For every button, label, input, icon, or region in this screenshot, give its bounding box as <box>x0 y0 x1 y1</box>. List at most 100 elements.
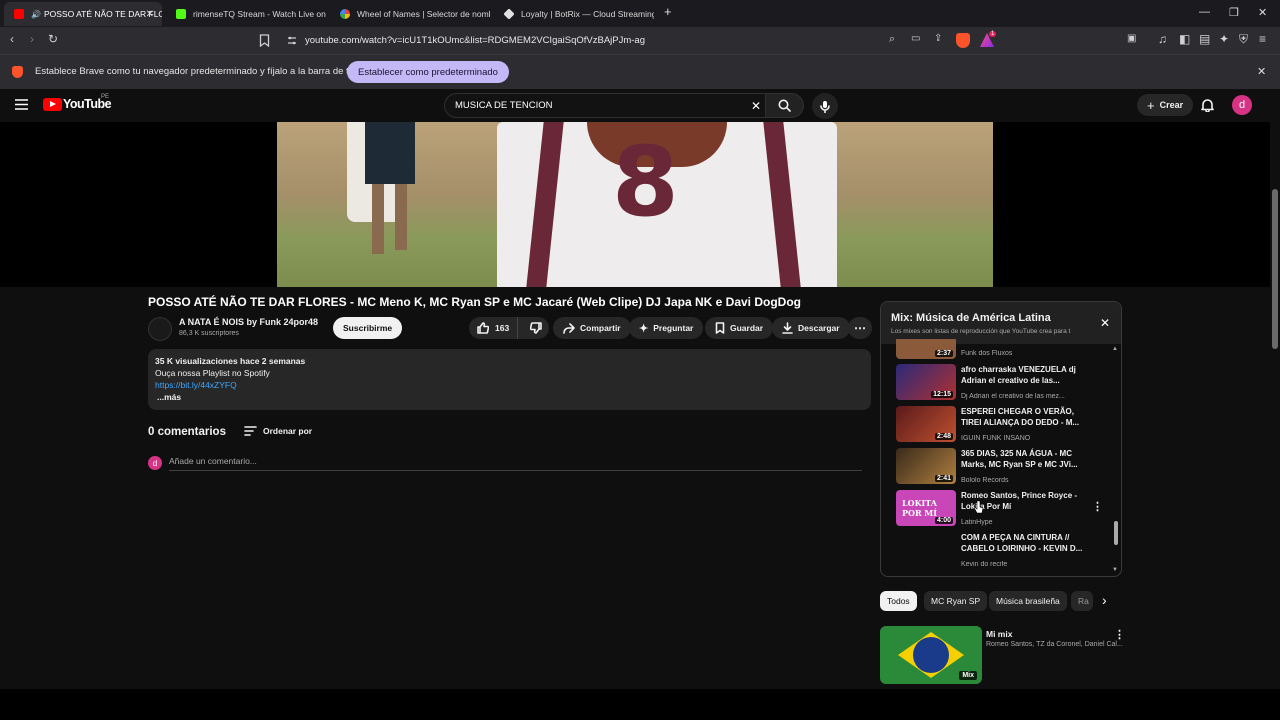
menu-icon[interactable]: ≡ <box>1259 32 1266 46</box>
voice-search-button[interactable] <box>812 93 838 119</box>
more-actions-icon[interactable]: ⋯ <box>848 317 872 339</box>
create-button[interactable]: + Crear <box>1137 94 1194 116</box>
comment-avatar: d <box>148 456 162 470</box>
bookmark-icon[interactable] <box>259 34 270 47</box>
like-dislike-group: 163 <box>469 317 549 339</box>
tab-wheel-of-names[interactable]: Wheel of Names | Selector de nombr <box>330 2 490 26</box>
ask-button[interactable]: ✦ Preguntar <box>629 317 704 339</box>
show-more-link[interactable]: ...más <box>155 391 864 403</box>
cast-icon[interactable]: ▭ <box>911 33 920 44</box>
wallet-icon[interactable]: ▤ <box>1199 32 1210 46</box>
playlist-item[interactable]: LOKITA POR MÍ 4:00 Romeo Santos, Prince … <box>896 490 1116 528</box>
playlist-item[interactable]: COM A PEÇA NA CINTURA // CABELO LOIRINHO… <box>896 532 1116 570</box>
playlist-item[interactable]: 12:15 afro charraska VENEZUELA dj Adrian… <box>896 364 1116 402</box>
media-icon[interactable]: ♫ <box>1158 32 1167 46</box>
minimize-icon[interactable]: — <box>1199 6 1210 18</box>
download-icon <box>782 322 793 334</box>
save-button[interactable]: Guardar <box>705 317 774 339</box>
brave-shield-icon[interactable] <box>956 33 970 48</box>
comment-count: 0 comentarios <box>148 426 226 438</box>
person-left-shorts <box>365 122 415 184</box>
search-button[interactable] <box>766 93 804 118</box>
youtube-logo-icon[interactable] <box>43 98 62 111</box>
url-text: youtube.com/watch?v=icU1T1kOUmc&list=RDG… <box>305 35 646 46</box>
description-line: Ouça nossa Playlist no Spotify <box>155 368 270 378</box>
playlist-item-channel: IGUIN FUNK INSANO <box>961 435 1031 442</box>
playlist-item[interactable]: 2:48 ESPEREI CHEGAR O VERÃO, TIREI ALIAN… <box>896 406 1116 444</box>
clear-search-icon[interactable]: ✕ <box>751 99 761 113</box>
tab-close-icon[interactable]: ✕ <box>146 9 154 20</box>
set-default-button[interactable]: Establecer como predeterminado <box>347 61 509 83</box>
forward-icon[interactable]: › <box>30 32 34 46</box>
page-scrollbar[interactable] <box>1270 89 1280 689</box>
botrix-favicon-icon <box>503 8 515 20</box>
region-code: PE <box>101 94 110 100</box>
thumbs-down-icon <box>529 322 542 334</box>
playlist-item[interactable]: 2:41 365 DIAS, 325 NA ÁGUA - MC Marks, M… <box>896 448 1116 486</box>
duration-badge: 2:37 <box>934 350 953 357</box>
window-close-icon[interactable]: ✕ <box>1258 6 1267 19</box>
tab-search-icon[interactable]: ▣ <box>1127 33 1136 44</box>
mix-thumbnail[interactable]: Mix <box>880 626 982 684</box>
duration-badge: 2:48 <box>934 433 953 440</box>
playlist-scrollbar-thumb[interactable] <box>1114 521 1118 545</box>
leo-ai-icon[interactable]: ✦ <box>1219 32 1229 46</box>
chip-todos[interactable]: Todos <box>880 591 917 611</box>
item-more-icon[interactable]: ⋮ <box>1092 500 1103 513</box>
scroll-up-icon[interactable]: ▲ <box>1112 346 1118 352</box>
avatar[interactable]: d <box>1232 95 1252 115</box>
back-icon[interactable]: ‹ <box>10 32 14 46</box>
share-button[interactable]: Compartir <box>553 317 631 339</box>
comment-input[interactable]: Añade un comentario... <box>169 456 862 471</box>
search-value: MUSICA DE TENCION <box>455 100 553 111</box>
video-player[interactable]: 8 <box>0 122 1270 287</box>
channel-avatar[interactable] <box>148 317 172 341</box>
ask-label: Preguntar <box>653 323 694 333</box>
create-label: Crear <box>1159 100 1184 110</box>
dislike-button[interactable] <box>523 317 549 339</box>
chip-ra[interactable]: Ra <box>1071 591 1093 611</box>
playlist-item-channel: Kevin do recife <box>961 561 1008 568</box>
new-tab-icon[interactable]: + <box>664 4 672 19</box>
playlist-title: Mix: Música de América Latina <box>891 312 1051 324</box>
playlist-item[interactable]: 2:37 Funk dos Fluxos <box>896 339 1116 359</box>
page-scrollbar-thumb[interactable] <box>1272 189 1278 349</box>
tab-label: rimenseTQ Stream - Watch Live on K <box>193 9 326 19</box>
chips-next-icon[interactable]: › <box>1102 592 1107 608</box>
tab-youtube[interactable]: 🔊 POSSO ATÉ NÃO TE DAR FLO ✕ <box>4 2 162 26</box>
description-box[interactable]: 35 K visualizaciones hace 2 semanas Ouça… <box>148 349 871 410</box>
share-arrow-icon <box>563 322 575 334</box>
chip-mc-ryan-sp[interactable]: MC Ryan SP <box>924 591 988 611</box>
sidebar-icon[interactable]: ◧ <box>1179 32 1190 46</box>
youtube-favicon-icon <box>14 9 24 19</box>
recommendation-title[interactable]: Mi mix <box>986 629 1012 639</box>
thumbnail-text: LOKITA POR MÍ <box>902 498 938 518</box>
site-settings-icon[interactable] <box>287 36 297 45</box>
search-input[interactable]: MUSICA DE TENCION ✕ <box>444 93 766 118</box>
playlist-thumbnail: 12:15 <box>896 364 956 400</box>
reload-icon[interactable]: ↻ <box>48 32 58 46</box>
restore-icon[interactable]: ❐ <box>1229 6 1239 19</box>
recommendation-more-icon[interactable]: ⋮ <box>1114 628 1125 641</box>
playlist-close-icon[interactable]: ✕ <box>1100 316 1110 330</box>
sort-comments-button[interactable]: Ordenar por <box>244 426 312 436</box>
infobar-message: Establece Brave como tu navegador predet… <box>35 66 373 77</box>
download-button[interactable]: Descargar <box>772 317 850 339</box>
infobar-close-icon[interactable]: ✕ <box>1257 65 1266 78</box>
channel-name[interactable]: A NATA É NOIS by Funk 24por48 <box>179 317 318 327</box>
description-link[interactable]: https://bit.ly/44xZYFQ <box>155 379 864 391</box>
zoom-icon[interactable]: ⌕ <box>889 33 895 46</box>
hamburger-menu-icon[interactable] <box>15 99 28 110</box>
notifications-bell-icon[interactable] <box>1201 98 1214 112</box>
subscribe-button[interactable]: Suscribirme <box>333 317 403 339</box>
chip-musica-brasilena[interactable]: Música brasileña <box>989 591 1067 611</box>
share-label: Compartir <box>580 323 621 333</box>
video-title: POSSO ATÉ NÃO TE DAR FLORES - MC Meno K,… <box>148 295 801 309</box>
tab-botrix[interactable]: Loyalty | BotRix — Cloud Streaming B <box>494 2 654 26</box>
scroll-down-icon[interactable]: ▼ <box>1112 567 1118 573</box>
playlist-item-channel: Funk dos Fluxos <box>961 350 1013 357</box>
vpn-icon[interactable]: ⛨ <box>1239 32 1248 47</box>
like-button[interactable]: 163 <box>469 317 518 339</box>
share-icon[interactable]: ⇪ <box>934 33 942 44</box>
tab-kick[interactable]: rimenseTQ Stream - Watch Live on K <box>166 2 326 26</box>
